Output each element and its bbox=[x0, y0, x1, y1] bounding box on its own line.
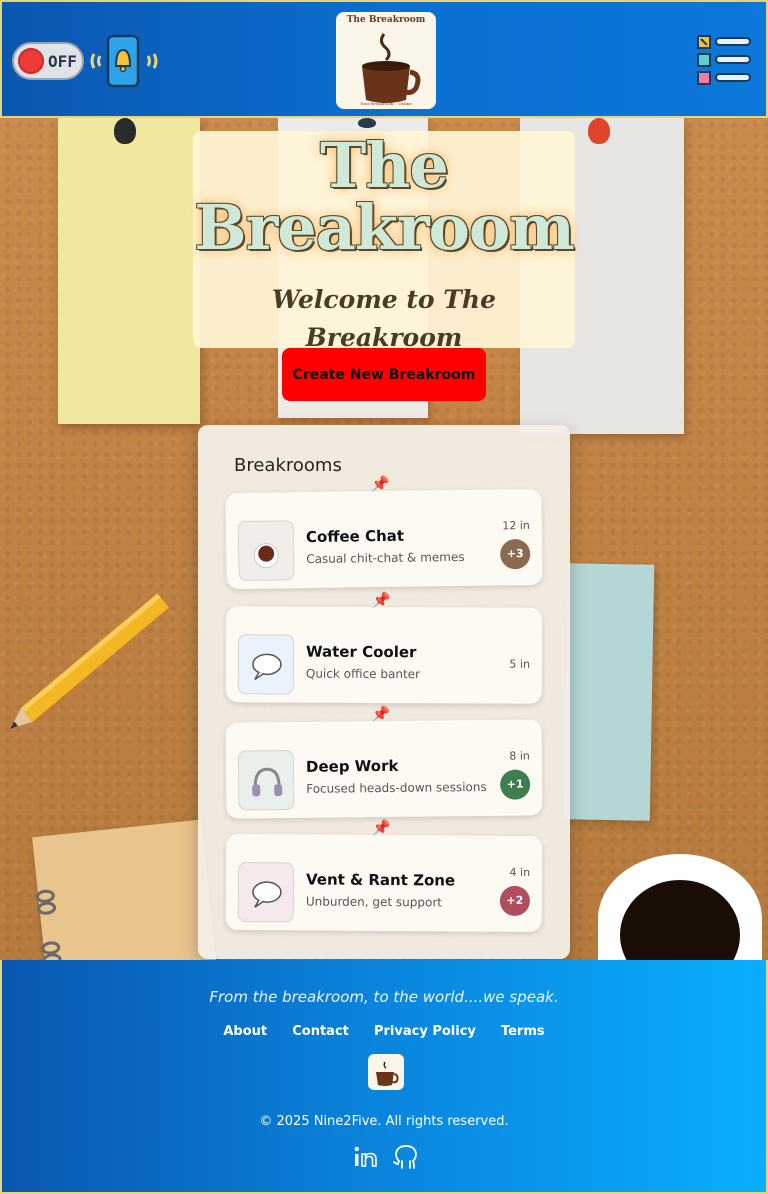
room-icon-box bbox=[237, 861, 295, 923]
toggle-knob bbox=[18, 48, 44, 74]
new-messages-badge: +3 bbox=[500, 538, 531, 570]
linkedin-icon[interactable] bbox=[354, 1146, 377, 1167]
room-icon-box bbox=[237, 634, 295, 695]
red-push-pin-icon bbox=[588, 118, 610, 144]
spiral-rings-icon bbox=[35, 889, 62, 960]
room-description: Focused heads-down sessions bbox=[306, 779, 487, 796]
social-links bbox=[354, 1145, 417, 1169]
room-name: Coffee Chat bbox=[305, 526, 405, 547]
new-messages-badge: +1 bbox=[500, 769, 531, 800]
new-messages-badge: +2 bbox=[499, 885, 530, 917]
site-footer: From the breakroom, to the world....we s… bbox=[0, 960, 768, 1194]
hero-subtitle-line1: Welcome to The Breakroom bbox=[271, 285, 496, 352]
room-name: Vent & Rant Zone bbox=[305, 870, 456, 890]
room-card[interactable]: 📌 Water Cooler Quick office banter 5 in bbox=[225, 591, 543, 704]
room-icon-box bbox=[237, 520, 295, 582]
panel-title: Breakrooms bbox=[234, 455, 342, 476]
hero-banner: The Breakroom Welcome to The Breakroom N… bbox=[193, 131, 575, 390]
teal-sticky-note bbox=[563, 563, 655, 821]
phone-bell-icon[interactable] bbox=[90, 34, 158, 88]
coffee-mug-icon bbox=[376, 1061, 399, 1086]
room-description: Casual chit-chat & memes bbox=[306, 549, 465, 567]
room-name: Water Cooler bbox=[305, 642, 417, 662]
black-push-pin-icon bbox=[114, 118, 136, 144]
footer-link-about[interactable]: About bbox=[223, 1024, 267, 1039]
hero-title-line2: Breakroom bbox=[194, 191, 575, 264]
github-icon[interactable] bbox=[393, 1145, 417, 1169]
coffee-cup-photo bbox=[598, 854, 762, 960]
black-push-pin-icon bbox=[358, 118, 376, 128]
hamburger-menu-icon[interactable] bbox=[694, 32, 754, 88]
push-pin-icon: 📌 bbox=[371, 474, 391, 494]
room-occupancy: 4 in bbox=[509, 865, 531, 880]
push-pin-icon: 📌 bbox=[372, 590, 392, 610]
site-logo[interactable]: The Breakroom Your Breakroom... Online bbox=[336, 12, 436, 109]
footer-link-privacy[interactable]: Privacy Policy bbox=[374, 1024, 476, 1039]
footer-tagline: From the breakroom, to the world....we s… bbox=[209, 988, 559, 1006]
room-description: Unburden, get support bbox=[305, 894, 443, 910]
logo-small-text: Your Breakroom... Online bbox=[360, 101, 412, 106]
room-card[interactable]: 📌 Deep Work Focused heads-down sessions … bbox=[225, 705, 543, 819]
pencil-icon bbox=[10, 593, 169, 729]
push-pin-icon: 📌 bbox=[371, 704, 391, 724]
speech-bubble-icon bbox=[252, 653, 282, 680]
room-icon-box bbox=[237, 749, 295, 811]
room-name: Deep Work bbox=[305, 756, 399, 776]
top-header: OFF The Breakroom Your Breakroom... Onli… bbox=[0, 0, 768, 118]
spiral-notepad bbox=[32, 819, 218, 960]
coffee-cup-icon bbox=[253, 543, 279, 569]
speech-bubble-icon bbox=[252, 881, 282, 908]
headphones-icon bbox=[252, 767, 283, 797]
create-breakroom-button[interactable]: Create New Breakroom bbox=[282, 348, 486, 401]
room-card[interactable]: 📌 Vent & Rant Zone Unburden, get support… bbox=[225, 819, 543, 933]
room-description: Quick office banter bbox=[305, 666, 421, 682]
room-occupancy: 8 in bbox=[509, 749, 530, 763]
notification-toggle[interactable]: OFF bbox=[12, 42, 84, 80]
coffee-mug-icon bbox=[362, 33, 421, 103]
yellow-sticky-note bbox=[58, 118, 200, 424]
hero-title: The Breakroom bbox=[193, 135, 575, 259]
push-pin-icon: 📌 bbox=[372, 818, 392, 838]
copyright-text: © 2025 Nine2Five. All rights reserved. bbox=[259, 1114, 509, 1129]
hero-title-line1: The bbox=[320, 129, 449, 202]
footer-logo[interactable] bbox=[368, 1054, 404, 1090]
footer-links: About Contact Privacy Policy Terms bbox=[2, 1020, 766, 1039]
breakrooms-panel: Breakrooms 📌 Coffee Chat Casual chit-cha… bbox=[198, 425, 570, 959]
room-occupancy: 12 in bbox=[502, 518, 530, 533]
footer-link-contact[interactable]: Contact bbox=[292, 1024, 349, 1039]
toggle-label: OFF bbox=[48, 52, 77, 71]
footer-link-terms[interactable]: Terms bbox=[501, 1024, 545, 1039]
room-card[interactable]: 📌 Coffee Chat Casual chit-chat & memes 1… bbox=[225, 475, 543, 590]
room-occupancy: 5 in bbox=[509, 657, 530, 671]
